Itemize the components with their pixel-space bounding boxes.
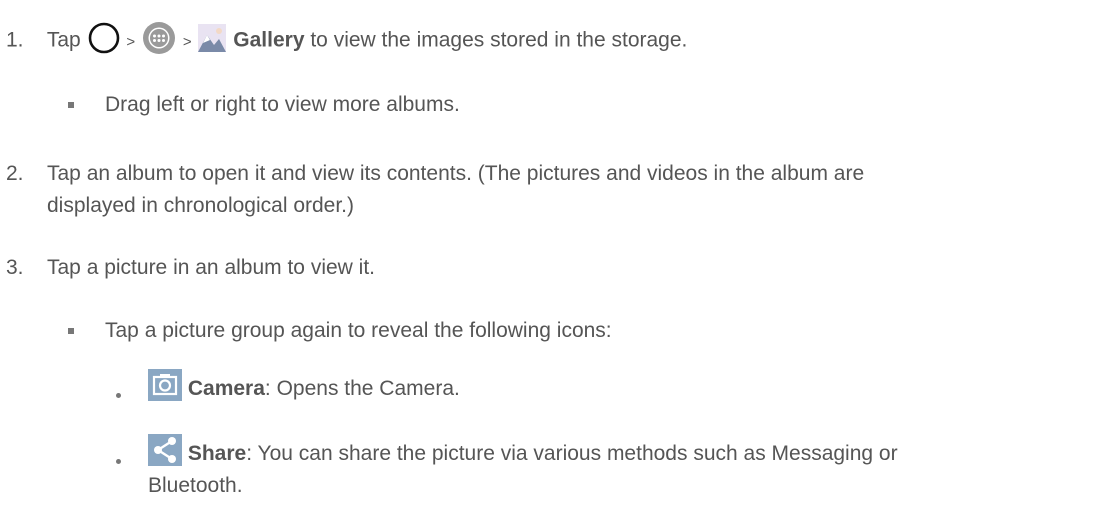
step-2-line1: Tap an album to open it and view its con… [47, 162, 865, 185]
gallery-label: Gallery [233, 28, 305, 52]
separator: > [126, 33, 136, 51]
bullet [116, 459, 121, 464]
step-3-number: 3. [6, 256, 24, 279]
camera-label: Camera [187, 377, 265, 400]
step-3-text: Tap a picture in an album to view it. [47, 256, 376, 279]
step-number: 1. [6, 28, 24, 52]
bullet [116, 393, 121, 398]
camera-item: Camera: Opens the Camera. [148, 369, 460, 407]
gallery-icon [197, 23, 227, 59]
step-3-subtext: Tap a picture group again to reveal the … [105, 319, 612, 342]
bullet [68, 102, 74, 108]
step-1-subtext: Drag left or right to view more albums. [105, 93, 460, 116]
apps-icon [141, 20, 177, 62]
share-desc-line2: Bluetooth. [148, 474, 243, 497]
camera-icon [148, 369, 182, 407]
bullet [68, 328, 74, 334]
share-item: Share: You can share the picture via var… [148, 434, 898, 472]
home-icon [87, 21, 121, 61]
step-text: Tap [46, 28, 81, 52]
camera-desc: : Opens the Camera. [264, 377, 460, 400]
step-2-number: 2. [6, 162, 24, 185]
step-1: 1. Tap > > Gallery to view the images st… [6, 20, 687, 62]
share-desc: : You can share the picture via various … [246, 442, 898, 465]
share-label: Share [187, 442, 247, 465]
step-2-line2: displayed in chronological order.) [47, 194, 355, 217]
share-icon [148, 434, 182, 472]
step-text: to view the images stored in the storage… [310, 28, 688, 52]
separator: > [182, 33, 192, 51]
